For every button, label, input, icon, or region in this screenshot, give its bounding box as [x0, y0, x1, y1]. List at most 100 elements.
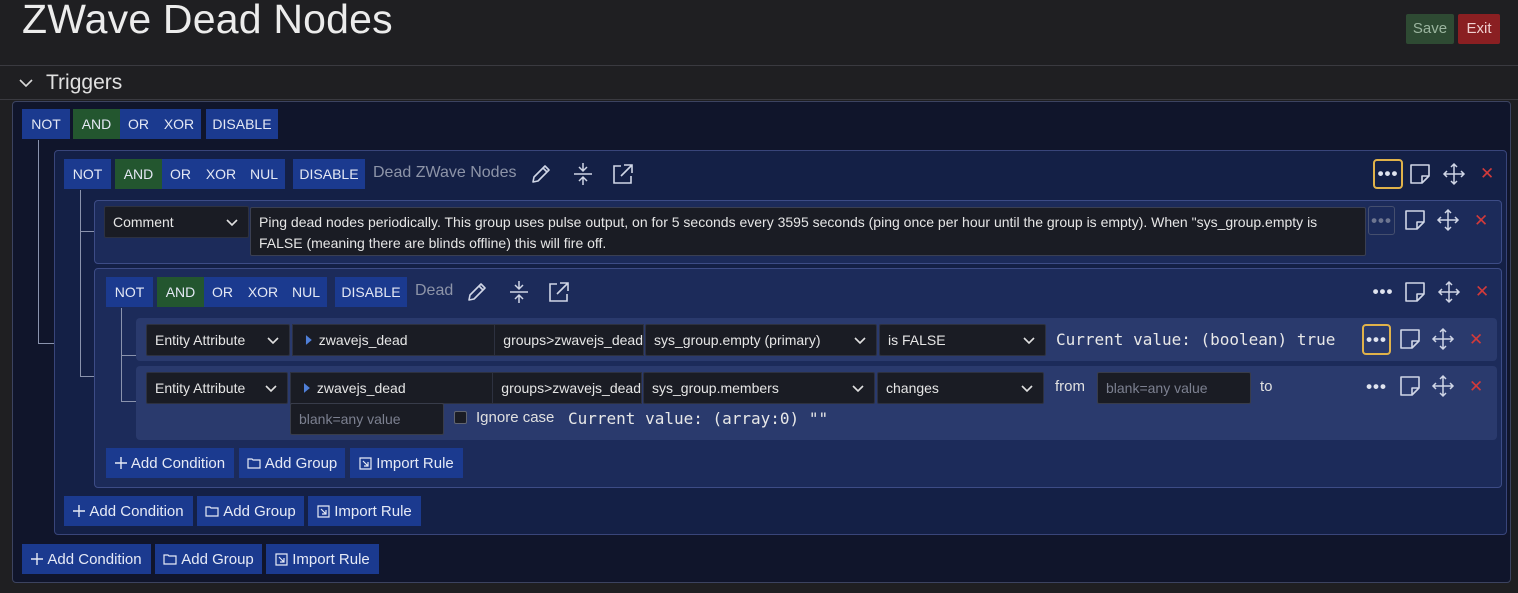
- current-value: Current value: (boolean) true: [1056, 330, 1336, 349]
- add-condition-label: Add Condition: [89, 502, 184, 520]
- notes-icon[interactable]: [1399, 375, 1421, 397]
- add-condition-button[interactable]: Add Condition: [64, 496, 193, 526]
- nul-toggle[interactable]: NUL: [285, 277, 327, 307]
- add-condition-button[interactable]: Add Condition: [22, 544, 151, 574]
- attribute-value: sys_group.members: [652, 380, 779, 396]
- entity-picker[interactable]: zwavejs_dead groups>zwavejs_dead: [292, 324, 644, 356]
- section-header-triggers[interactable]: Triggers: [18, 67, 122, 99]
- more-icon[interactable]: •••: [1373, 159, 1403, 189]
- xor-toggle[interactable]: XOR: [157, 109, 201, 139]
- move-icon[interactable]: [1436, 208, 1460, 232]
- import-rule-label: Import Rule: [334, 502, 412, 520]
- folder-add-icon: [247, 458, 261, 469]
- entity-name: zwavejs_dead: [318, 332, 408, 348]
- and-toggle[interactable]: AND: [73, 109, 120, 139]
- condition-type-label: Comment: [113, 214, 174, 230]
- notes-icon[interactable]: [1404, 281, 1426, 303]
- attribute-select[interactable]: sys_group.empty (primary): [645, 324, 877, 356]
- add-group-label: Add Group: [264, 454, 338, 472]
- or-toggle[interactable]: OR: [162, 159, 199, 189]
- add-group-label: Add Group: [181, 550, 254, 568]
- and-toggle[interactable]: AND: [157, 277, 204, 307]
- not-toggle[interactable]: NOT: [64, 159, 111, 189]
- close-icon[interactable]: ✕: [1469, 377, 1483, 397]
- disable-toggle[interactable]: DISABLE: [293, 159, 365, 189]
- from-value-input[interactable]: blank=any value: [1097, 372, 1251, 404]
- group-logic-toggle: AND OR XOR NUL: [115, 159, 285, 189]
- root-logic-toggle: AND OR XOR: [73, 109, 201, 139]
- group-operator-toggle: NOT: [106, 277, 153, 307]
- attribute-select[interactable]: sys_group.members: [643, 372, 875, 404]
- external-link-icon[interactable]: [611, 162, 635, 186]
- to-value-input[interactable]: blank=any value: [290, 403, 444, 435]
- to-label: to: [1260, 378, 1273, 395]
- divider: [0, 99, 1518, 100]
- move-icon[interactable]: [1437, 280, 1461, 304]
- xor-toggle[interactable]: XOR: [241, 277, 285, 307]
- notes-icon[interactable]: [1399, 328, 1421, 350]
- nul-toggle[interactable]: NUL: [243, 159, 285, 189]
- comment-textarea[interactable]: Ping dead nodes periodically. This group…: [250, 207, 1366, 256]
- exit-button[interactable]: Exit: [1458, 14, 1500, 44]
- operator-value: changes: [886, 380, 939, 396]
- add-group-button[interactable]: Add Group: [239, 448, 345, 478]
- and-toggle[interactable]: AND: [115, 159, 162, 189]
- not-toggle[interactable]: NOT: [106, 277, 153, 307]
- condition-type-select[interactable]: Comment: [104, 206, 249, 238]
- operator-select[interactable]: changes: [877, 372, 1044, 404]
- operator-select[interactable]: is FALSE: [879, 324, 1046, 356]
- condition-type-select[interactable]: Entity Attribute: [146, 372, 288, 404]
- current-value: Current value: (array:0) "": [568, 409, 829, 428]
- entity-name: zwavejs_dead: [316, 380, 406, 396]
- close-icon[interactable]: ✕: [1480, 164, 1494, 184]
- or-toggle[interactable]: OR: [204, 277, 241, 307]
- chevron-down-icon: [226, 219, 238, 227]
- import-rule-button[interactable]: Import Rule: [308, 496, 421, 526]
- ignore-case-label: Ignore case: [476, 409, 555, 426]
- pencil-icon[interactable]: [529, 162, 553, 186]
- more-icon[interactable]: •••: [1362, 324, 1391, 355]
- entity-path: groups>zwavejs_dead: [494, 325, 643, 355]
- or-toggle[interactable]: OR: [120, 109, 157, 139]
- ignore-case-checkbox[interactable]: [454, 411, 467, 424]
- disable-toggle[interactable]: DISABLE: [206, 109, 278, 139]
- collapse-icon[interactable]: [508, 280, 530, 304]
- close-icon[interactable]: ✕: [1475, 282, 1489, 302]
- external-link-icon[interactable]: [547, 280, 571, 304]
- notes-icon[interactable]: [1409, 163, 1431, 185]
- chevron-down-icon: [852, 385, 864, 393]
- import-rule-label: Import Rule: [292, 550, 370, 568]
- import-rule-button[interactable]: Import Rule: [350, 448, 463, 478]
- move-icon[interactable]: [1442, 162, 1466, 186]
- add-condition-button[interactable]: Add Condition: [106, 448, 234, 478]
- folder-add-icon: [205, 506, 219, 517]
- condition-type-select[interactable]: Entity Attribute: [146, 324, 290, 356]
- collapse-icon[interactable]: [572, 162, 594, 186]
- tree-line: [38, 140, 39, 344]
- more-icon[interactable]: •••: [1362, 371, 1391, 402]
- import-rule-button[interactable]: Import Rule: [266, 544, 379, 574]
- chevron-down-icon: [854, 337, 866, 345]
- tree-line: [121, 401, 136, 402]
- pencil-icon[interactable]: [465, 280, 489, 304]
- close-icon[interactable]: ✕: [1469, 330, 1483, 350]
- notes-icon[interactable]: [1404, 209, 1426, 231]
- tree-line: [38, 343, 54, 344]
- add-group-button[interactable]: Add Group: [155, 544, 262, 574]
- group-label: Dead: [415, 282, 454, 299]
- group-logic-toggle: AND OR XOR NUL: [157, 277, 327, 307]
- entity-picker[interactable]: zwavejs_dead groups>zwavejs_dead: [290, 372, 642, 404]
- close-icon[interactable]: ✕: [1474, 211, 1488, 231]
- save-button[interactable]: Save: [1406, 14, 1454, 44]
- more-icon[interactable]: •••: [1368, 206, 1395, 235]
- import-icon: [275, 552, 288, 566]
- add-group-button[interactable]: Add Group: [197, 496, 304, 526]
- condition-type-label: Entity Attribute: [155, 380, 246, 396]
- xor-toggle[interactable]: XOR: [199, 159, 243, 189]
- disable-toggle[interactable]: DISABLE: [335, 277, 407, 307]
- add-condition-label: Add Condition: [47, 550, 142, 568]
- more-icon[interactable]: •••: [1368, 277, 1398, 307]
- not-toggle[interactable]: NOT: [22, 109, 70, 139]
- move-icon[interactable]: [1431, 327, 1455, 351]
- move-icon[interactable]: [1431, 374, 1455, 398]
